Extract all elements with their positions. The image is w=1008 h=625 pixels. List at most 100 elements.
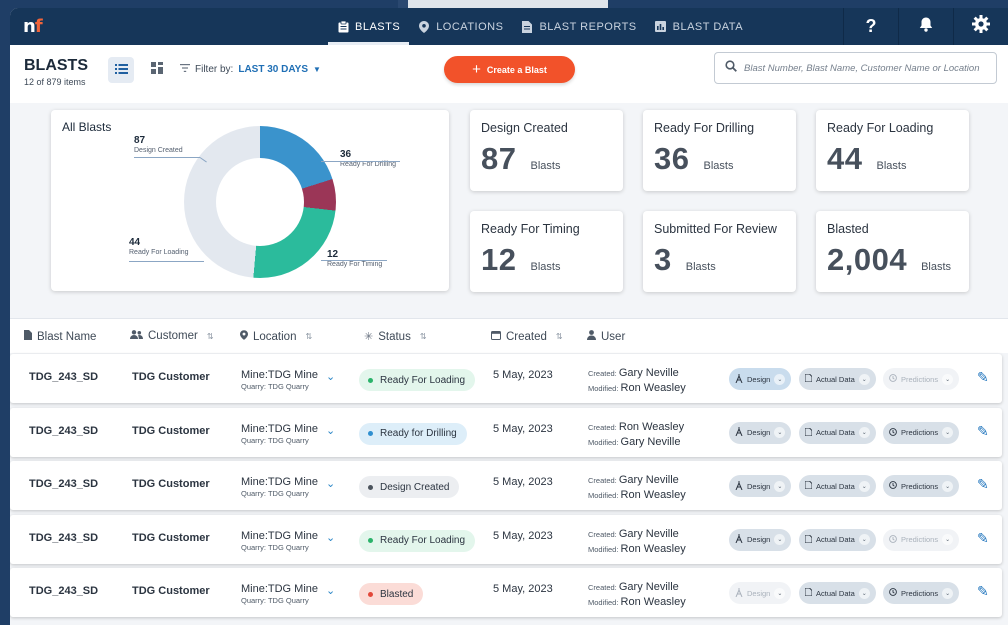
nav-blast-data[interactable]: BLAST DATA: [646, 8, 752, 45]
logo[interactable]: nf: [10, 16, 50, 37]
document-icon: [804, 427, 813, 438]
predictions-button[interactable]: Predictions ⌄: [883, 421, 960, 444]
grid-view-button[interactable]: [144, 57, 170, 83]
quarry-name: Quarry: TDG Quarry: [241, 489, 309, 498]
chevron-down-icon[interactable]: ⌄: [326, 477, 335, 490]
stat-card-ready-for-timing[interactable]: Ready For Timing 12 Blasts: [470, 211, 623, 292]
design-button[interactable]: Design ⌄: [729, 368, 792, 390]
chevron-down-icon[interactable]: ⌄: [326, 584, 335, 597]
status-text: Ready For Loading: [380, 535, 466, 546]
donut-value-design-created: 87: [134, 135, 146, 146]
stat-card-blasted[interactable]: Blasted 2,004 Blasts: [816, 211, 969, 292]
stat-card-ready-for-drilling[interactable]: Ready For Drilling 36 Blasts: [643, 110, 796, 191]
predictions-button[interactable]: Predictions ⌄: [883, 475, 960, 497]
chevron-down-icon[interactable]: ⌄: [326, 424, 335, 437]
nav-blasts[interactable]: BLASTS: [328, 8, 410, 45]
actual-data-button[interactable]: Actual Data ⌄: [799, 528, 876, 551]
table-row[interactable]: TDG_243_SD TDG Customer Mine:TDG Mine Quarr…: [10, 568, 1002, 617]
calendar-icon: [491, 330, 501, 343]
bell-icon: [919, 16, 933, 37]
chevron-down-icon[interactable]: ⌄: [326, 370, 335, 383]
predictions-button[interactable]: Predictions ⌄: [883, 582, 960, 604]
caret-down-icon: ▼: [313, 65, 321, 74]
column-blast-name[interactable]: Blast Name: [24, 330, 96, 343]
predictions-button[interactable]: Predictions ⌄: [883, 368, 960, 390]
actual-data-button[interactable]: Actual Data ⌄: [799, 421, 876, 444]
table-row[interactable]: TDG_243_SD TDG Customer Mine:TDG Mine Quarr…: [10, 514, 1002, 564]
column-label: Created: [506, 330, 547, 343]
column-status[interactable]: ✳ Status ⇅: [364, 330, 427, 344]
search-box[interactable]: [714, 52, 997, 84]
predictions-label: Predictions: [901, 535, 939, 544]
blast-name[interactable]: TDG_243_SD: [29, 585, 98, 597]
actual-data-button[interactable]: Actual Data ⌄: [799, 582, 876, 604]
created-prefix: Created:: [588, 369, 617, 378]
search-input[interactable]: [744, 62, 989, 74]
mine-name: Mine:TDG Mine: [241, 476, 319, 488]
compass-icon: [735, 480, 743, 492]
stat-card-ready-for-loading[interactable]: Ready For Loading 44 Blasts: [816, 110, 969, 191]
table-row[interactable]: TDG_243_SD TDG Customer Mine:TDG Mine Quarr…: [10, 461, 1002, 510]
chevron-down-icon[interactable]: ⌄: [326, 531, 335, 544]
design-button[interactable]: Design ⌄: [729, 475, 792, 497]
settings-button[interactable]: [953, 8, 1008, 45]
blast-name[interactable]: TDG_243_SD: [29, 478, 98, 490]
edit-pencil-icon[interactable]: ✎: [977, 369, 989, 386]
donut-text-design-created: Design Created: [134, 147, 183, 154]
column-created[interactable]: Created ⇅: [491, 330, 563, 343]
clock-icon: [889, 481, 897, 491]
clock-icon: [889, 534, 897, 545]
stat-unit: Blasts: [703, 160, 734, 172]
user-cell: Created: Gary Neville Modified: Ron Weasl…: [588, 473, 686, 503]
blast-name[interactable]: TDG_243_SD: [29, 371, 98, 383]
stat-card-design-created[interactable]: Design Created 87 Blasts: [470, 110, 623, 191]
document-icon: [804, 587, 813, 598]
column-label: Blast Name: [37, 330, 97, 343]
created-by: Gary Neville: [618, 474, 679, 486]
column-location[interactable]: Location ⇅: [240, 330, 312, 343]
created-date: 5 May, 2023: [493, 583, 553, 595]
user-cell: Created: Gary Neville Modified: Ron Weasl…: [588, 580, 686, 610]
donut-label-design-created: 87 Design Created: [134, 135, 183, 154]
status-dot: [368, 538, 373, 543]
nav-blast-reports[interactable]: BLAST REPORTS: [512, 8, 645, 45]
customer-name: TDG Customer: [132, 531, 210, 544]
stat-label: Design Created: [481, 121, 568, 135]
modified-prefix: Modified:: [588, 598, 619, 607]
location-cell: Mine:TDG Mine Quarry: TDG Quarry: [241, 476, 318, 498]
status-dot: [368, 377, 373, 383]
search-icon: [725, 59, 737, 77]
table-row[interactable]: TDG_243_SD TDG Customer Mine:TDG Mine Quarr…: [10, 354, 1002, 403]
filter-control[interactable]: Filter by: LAST 30 DAYS ▼: [180, 64, 321, 75]
nav-locations[interactable]: LOCATIONS: [409, 8, 512, 45]
status-badge: Blasted: [359, 583, 424, 605]
predictions-button[interactable]: Predictions ⌄: [883, 528, 960, 551]
customer-name: TDG Customer: [132, 371, 210, 383]
notifications-button[interactable]: [898, 8, 953, 45]
list-view-button[interactable]: [108, 57, 134, 83]
edit-pencil-icon[interactable]: ✎: [977, 530, 989, 547]
filter-icon: [180, 64, 190, 75]
compass-icon: [735, 587, 743, 599]
help-button[interactable]: ?: [843, 8, 898, 45]
status-text: Blasted: [380, 588, 414, 600]
blast-name[interactable]: TDG_243_SD: [29, 532, 98, 544]
blast-name[interactable]: TDG_243_SD: [29, 425, 98, 437]
column-customer[interactable]: Customer ⇅: [130, 330, 214, 342]
created-by: Gary Neville: [618, 367, 679, 379]
stat-card-submitted-for-review[interactable]: Submitted For Review 3 Blasts: [643, 211, 796, 292]
actual-data-button[interactable]: Actual Data ⌄: [799, 475, 876, 497]
design-button[interactable]: Design ⌄: [729, 421, 792, 444]
edit-pencil-icon[interactable]: ✎: [977, 476, 989, 493]
predictions-label: Predictions: [901, 374, 939, 384]
design-button[interactable]: Design ⌄: [729, 582, 792, 604]
create-blast-button[interactable]: + Create a Blast: [444, 56, 575, 83]
item-count: 12 of 879 items: [24, 77, 86, 87]
edit-pencil-icon[interactable]: ✎: [977, 423, 989, 440]
chevron-down-icon: ⌄: [774, 373, 786, 385]
design-button[interactable]: Design ⌄: [729, 528, 792, 551]
table-row[interactable]: TDG_243_SD TDG Customer Mine:TDG Mine Quarr…: [10, 407, 1002, 457]
edit-pencil-icon[interactable]: ✎: [977, 583, 989, 600]
actual-data-button[interactable]: Actual Data ⌄: [799, 368, 876, 390]
design-label: Design: [747, 481, 771, 491]
